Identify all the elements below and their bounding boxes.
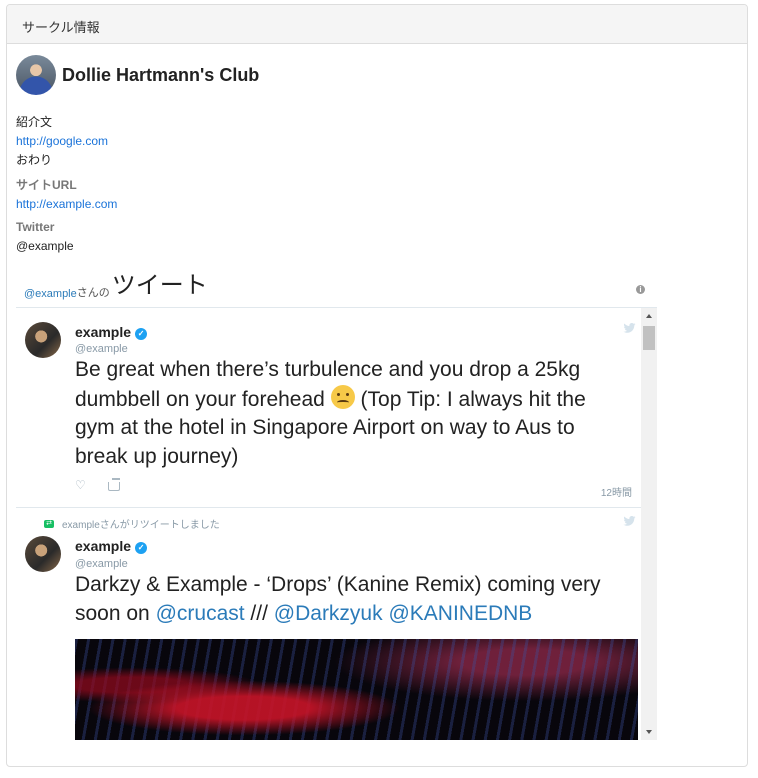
woozy-face-emoji-icon [330, 384, 355, 409]
club-header: Dollie Hartmann's Club [16, 55, 259, 95]
timeline-handle-link[interactable]: @example [24, 288, 77, 300]
tweet-media-image[interactable] [75, 639, 638, 740]
panel-heading: サークル情報 [7, 5, 747, 44]
intro-end-text: おわり [16, 153, 53, 167]
scroll-down-arrow-icon[interactable] [646, 730, 652, 734]
scrollbar-thumb[interactable] [643, 326, 655, 350]
tweet-text: Darkzy & Example - ‘Drops’ (Kanine Remix… [75, 573, 601, 625]
twitter-timeline: example ✓ @example Be great when there’s … [16, 307, 657, 740]
mention-link[interactable]: @KANINEDNB [388, 602, 532, 625]
club-avatar [16, 55, 56, 95]
timeline-heading: ツイート [111, 272, 208, 299]
intro-link[interactable]: http://google.com [16, 134, 108, 148]
tweet-avatar[interactable] [25, 536, 61, 572]
site-url-label: サイトURL [16, 178, 77, 192]
tweet-author[interactable]: example ✓ [75, 538, 148, 554]
tweet-avatar[interactable] [25, 322, 61, 358]
tweet-text: Be great when there’s turbulence and you… [75, 358, 586, 468]
verified-badge-icon: ✓ [135, 542, 148, 554]
twitter-bird-icon[interactable] [623, 516, 636, 526]
info-icon[interactable]: i [636, 285, 645, 294]
club-name: Dollie Hartmann's Club [62, 64, 260, 85]
tweet-item[interactable]: ⇄ exampleさんがリツイートしました example ✓ @example D… [16, 508, 641, 740]
like-heart-icon[interactable]: ♡ [75, 478, 86, 492]
twitter-handle: @example [16, 239, 74, 253]
retweet-icon: ⇄ [44, 519, 54, 528]
timeline-san-no: さんの [76, 287, 110, 299]
twitter-bird-icon[interactable] [623, 323, 636, 333]
timeline-scrollbar[interactable] [641, 308, 657, 740]
tweet-author[interactable]: example ✓ [75, 324, 148, 340]
tweet-handle[interactable]: @example [75, 558, 128, 570]
scroll-up-arrow-icon[interactable] [646, 314, 652, 318]
tweet-item[interactable]: example ✓ @example Be great when there’s … [16, 308, 641, 508]
site-url-link[interactable]: http://example.com [16, 197, 117, 211]
tweet-handle[interactable]: @example [75, 343, 128, 355]
retweet-note: ⇄ exampleさんがリツイートしました [44, 516, 220, 531]
intro-label: 紹介文 [16, 115, 53, 129]
twitter-label: Twitter [16, 220, 55, 234]
mention-link[interactable]: @Darkzyuk [274, 602, 383, 625]
verified-badge-icon: ✓ [135, 328, 148, 340]
intro-section: 紹介文 http://google.com おわり [16, 113, 316, 170]
twitter-section: Twitter @example [16, 218, 316, 256]
mention-link[interactable]: @crucast [156, 602, 245, 625]
site-url-section: サイトURL http://example.com [16, 176, 316, 214]
tweet-time[interactable]: 12時間 [601, 484, 632, 499]
timeline-title: @example さんの ツイート [24, 272, 208, 300]
share-icon[interactable] [108, 478, 120, 491]
